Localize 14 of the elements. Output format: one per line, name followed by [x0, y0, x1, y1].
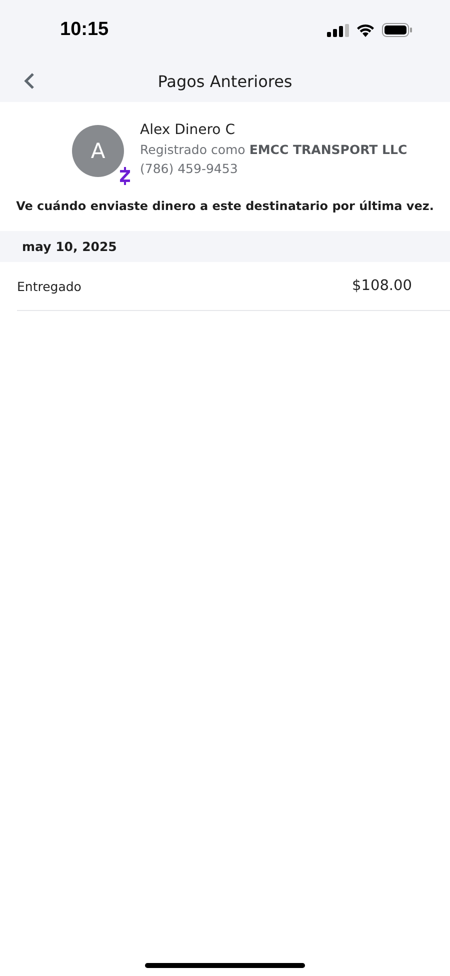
battery-icon: [382, 23, 412, 37]
signal-icon: [327, 24, 349, 36]
wifi-icon: [356, 23, 375, 37]
page-title: Pagos Anteriores: [158, 72, 292, 90]
date-header: may 10, 2025: [0, 231, 450, 262]
recipient-name: Alex Dinero C: [140, 122, 236, 138]
status-time: 10:15: [60, 19, 109, 41]
info-message: Ve cuándo enviaste dinero a este destinatario por última vez.: [15, 199, 435, 213]
phone-number: (786) 459-9453: [140, 161, 239, 176]
dollar-z-icon: [119, 167, 131, 185]
registered-name: Registrado como EMCC TRANSPORT LLC: [140, 142, 408, 157]
payment-row[interactable]: Entregado $108.00: [17, 262, 450, 311]
chevron-left-icon: [22, 72, 36, 90]
avatar: A: [72, 125, 124, 177]
